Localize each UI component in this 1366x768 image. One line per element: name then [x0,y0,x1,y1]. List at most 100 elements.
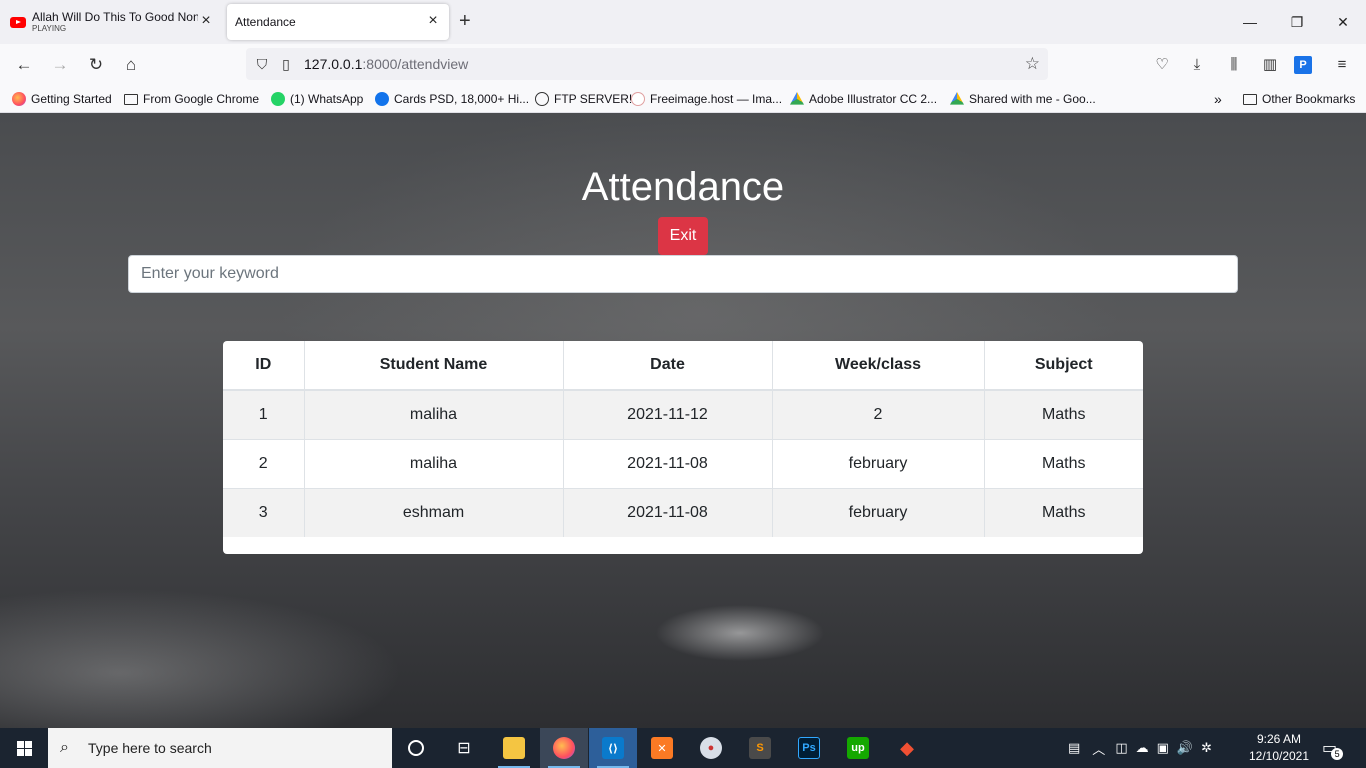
start-button[interactable] [0,728,48,768]
paint-button[interactable]: ● [687,728,735,768]
freeimage-icon [631,92,645,106]
tab-youtube[interactable]: Allah Will Do This To Good Non PLAYING × [2,4,222,40]
downloads-icon[interactable]: ⤓ [1185,53,1209,77]
cell-subject: Maths [984,438,1143,488]
bookmark-label: From Google Chrome [143,92,260,106]
close-window-button[interactable]: ✕ [1331,10,1355,34]
back-button[interactable]: ← [12,53,36,77]
photoshop-button[interactable]: Ps [785,728,833,768]
chevron-up-icon[interactable]: ︿ [1092,739,1105,758]
forward-button[interactable]: → [48,53,72,77]
network-icon[interactable]: ☁ [1136,740,1149,756]
table-row: 2 maliha 2021-11-08 february Maths [223,438,1143,488]
folder-icon [124,93,138,105]
file-explorer-button[interactable] [490,728,538,768]
bookmark-item[interactable]: Adobe Illustrator CC 2... [790,91,937,107]
upwork-button[interactable]: up [834,728,882,768]
attendance-table-card: ID Student Name Date Week/class Subject … [223,341,1143,554]
clock[interactable]: 9:26 AM 12/10/2021 [1244,731,1314,765]
url-text[interactable]: 127.0.0.1:8000/attendview [304,56,468,72]
table-row: 1 maliha 2021-11-12 2 Maths [223,389,1143,439]
taskbar-search-placeholder: Type here to search [88,740,212,756]
bookmark-item[interactable]: (1) WhatsApp [271,91,363,107]
cortana-button[interactable] [392,728,440,768]
task-view-button[interactable]: ⊟ [440,728,488,768]
paint-icon: ● [700,737,722,759]
bookmark-item[interactable]: Shared with me - Goo... [950,91,1096,107]
cell-student-name: eshmam [304,487,564,537]
sublime-text-icon: S [749,737,771,759]
page-icon: ▯ [282,55,290,72]
windows-taskbar: ⌕ Type here to search ⊟ ⟨⟩ ✕ ● S Ps up ◆… [0,728,1366,768]
bookmark-item[interactable]: Getting Started [12,91,112,107]
tab-title: Allah Will Do This To Good Non [32,10,198,24]
bookmark-item[interactable]: Cards PSD, 18,000+ Hi... [375,91,529,107]
cell-id: 1 [223,389,305,439]
address-bar[interactable]: ⛉ ▯ 127.0.0.1:8000/attendview ☆ [246,48,1048,80]
page-content: Attendance Exit ID Student Name Date Wee… [0,113,1366,728]
firefox-button[interactable] [540,728,588,768]
sublime-button[interactable]: S [736,728,784,768]
volume-icon[interactable]: 🔊 [1177,740,1193,756]
vscode-icon: ⟨⟩ [602,737,624,759]
news-icon[interactable]: ▤ [1068,740,1080,756]
system-tray: ▤ ︿ ◫ ☁ ▣ 🔊 ✲ [1068,728,1212,768]
date: 12/10/2021 [1248,749,1310,763]
cell-date: 2021-11-12 [563,389,773,439]
vscode-button[interactable]: ⟨⟩ [589,728,637,768]
close-tab-icon[interactable]: × [198,13,214,30]
monitor-icon[interactable]: ▣ [1157,740,1169,756]
cell-student-name: maliha [304,389,564,439]
meet-now-icon[interactable]: ◫ [1115,740,1127,756]
extension-icon[interactable]: P [1294,56,1312,74]
close-tab-icon[interactable]: × [425,13,441,30]
taskbar-search-box[interactable]: ⌕ Type here to search [48,728,392,768]
cortana-icon [408,740,424,756]
cell-week-class: february [772,487,985,537]
bookmark-item[interactable]: FTP SERVER! [535,91,632,107]
folder-icon [503,737,525,759]
sidebar-icon[interactable]: ▥ [1258,53,1282,77]
other-bookmarks[interactable]: Other Bookmarks [1243,91,1355,107]
new-tab-button[interactable]: + [459,11,471,31]
bookmark-label: Getting Started [31,92,112,106]
cell-id: 3 [223,487,305,537]
reload-button[interactable]: ↻ [84,53,108,77]
dropbox-icon[interactable]: ✲ [1201,740,1212,756]
folder-icon [1243,93,1257,105]
bookmarks-bar: Getting Started From Google Chrome (1) W… [0,86,1366,113]
bookmark-item[interactable]: Freeimage.host — Ima... [631,91,782,107]
cell-week-class: february [772,438,985,488]
cell-student-name: maliha [304,438,564,488]
tab-attendance[interactable]: Attendance × [227,4,449,40]
bookmark-label: Freeimage.host — Ima... [650,92,783,106]
column-header-id: ID [223,341,305,391]
tab-title: Attendance [235,15,296,29]
cell-week-class: 2 [772,389,985,439]
restore-button[interactable]: ❐ [1285,10,1309,34]
bookmark-item[interactable]: From Google Chrome [124,91,259,107]
time: 9:26 AM [1256,732,1302,746]
library-icon[interactable]: ⫼ [1222,53,1246,77]
task-view-icon: ⊟ [457,740,471,757]
cell-subject: Maths [984,487,1143,537]
more-bookmarks-icon[interactable]: » [1214,91,1222,107]
keyword-search-input[interactable] [128,255,1238,293]
exit-button[interactable]: Exit [658,217,708,255]
notification-center-button[interactable]: ▭ 5 [1322,728,1344,768]
xampp-button[interactable]: ✕ [638,728,686,768]
minimize-button[interactable]: — [1238,10,1262,34]
tab-playing-label: PLAYING [32,23,67,33]
bookmark-star-icon[interactable]: ☆ [1025,54,1040,74]
cell-date: 2021-11-08 [563,487,773,537]
cell-subject: Maths [984,389,1143,439]
bookmark-label: (1) WhatsApp [290,92,364,106]
table-header-row: ID Student Name Date Week/class Subject [223,341,1143,391]
shield-icon[interactable]: ⛉ [252,56,272,73]
pocket-icon[interactable]: ♡ [1150,53,1174,77]
home-button[interactable]: ⌂ [119,53,143,77]
git-button[interactable]: ◆ [883,728,931,768]
menu-icon[interactable]: ≡ [1330,53,1354,77]
attendance-table: ID Student Name Date Week/class Subject … [223,341,1143,537]
bookmark-label: Other Bookmarks [1262,92,1356,106]
